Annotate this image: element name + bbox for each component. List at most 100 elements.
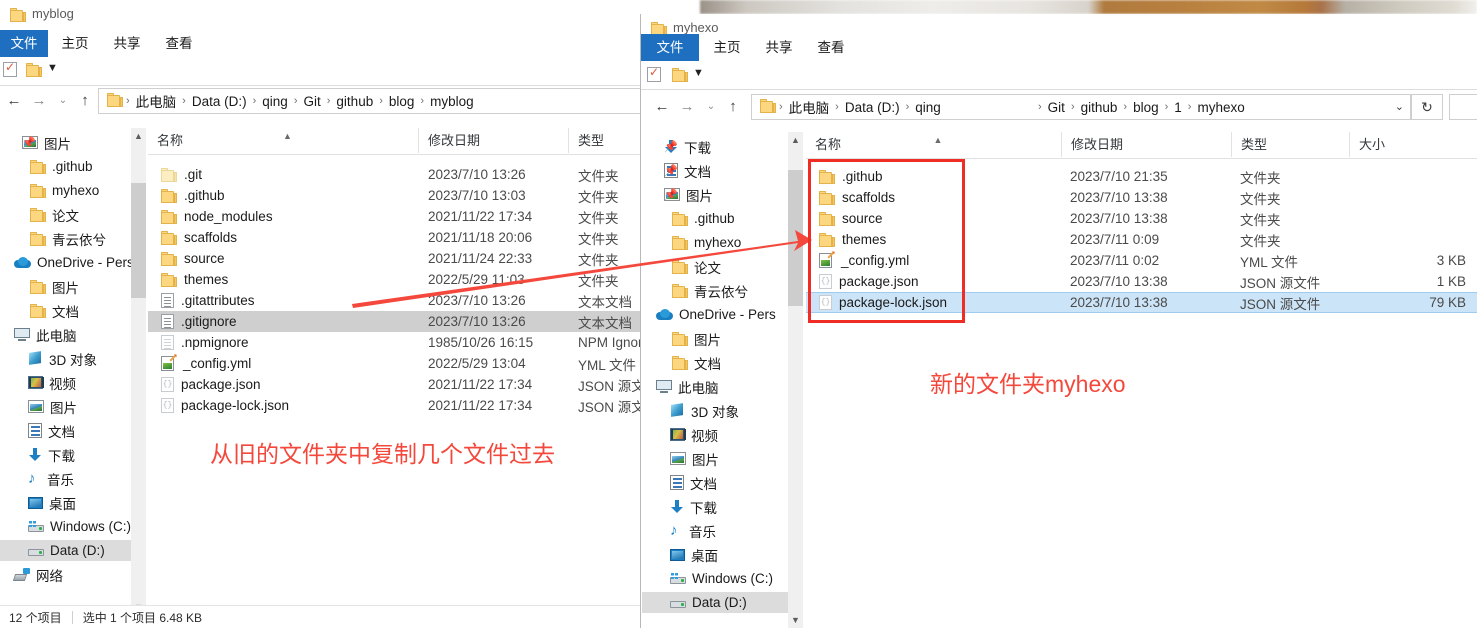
right-address-bar[interactable]: › 此电脑 › Data (D:) › qing: [751, 94, 1037, 120]
scroll-thumb[interactable]: [788, 170, 803, 306]
tab-view[interactable]: 查看: [160, 30, 198, 57]
recent-locations-button[interactable]: ⌄: [700, 94, 722, 120]
scroll-thumb[interactable]: [131, 183, 146, 298]
nav-item--[interactable]: 下载: [0, 444, 131, 465]
breadcrumb-item-3[interactable]: Git: [298, 94, 325, 109]
search-input[interactable]: [1449, 94, 1477, 120]
nav-item-data-d-[interactable]: Data (D:): [642, 592, 788, 613]
right-nav-pane[interactable]: 下载 📌 文档 📌 图片 📌 .github myhexo 论文 青云依兮 OneDrive - P…: [642, 132, 788, 628]
table-row[interactable]: .github 2023/7/10 13:03 文件夹: [148, 185, 640, 206]
tab-file[interactable]: 文件: [0, 30, 48, 57]
pin-icon[interactable]: 📌: [664, 189, 678, 201]
breadcrumb-item-6[interactable]: myblog: [425, 94, 479, 109]
nav-item--[interactable]: 文档 📌: [642, 160, 788, 181]
table-row[interactable]: {} package.json 2021/11/22 17:34 JSON 源文件: [148, 374, 640, 395]
nav-item--[interactable]: 图片: [0, 396, 131, 417]
tab-view[interactable]: 查看: [811, 34, 851, 61]
tab-share[interactable]: 共享: [108, 30, 146, 57]
nav-item--[interactable]: 桌面: [0, 492, 131, 513]
table-row[interactable]: source 2021/11/24 22:33 文件夹: [148, 248, 640, 269]
back-button[interactable]: ←: [3, 88, 25, 114]
breadcrumb-item-3[interactable]: Git: [1043, 100, 1070, 115]
column-header-name[interactable]: 名称 ▲: [148, 128, 418, 153]
pin-icon[interactable]: 📌: [22, 137, 36, 149]
right-navpane-scrollbar[interactable]: ▲ ▼: [788, 132, 803, 628]
nav-item--[interactable]: 论文: [0, 204, 131, 225]
nav-item--[interactable]: 文档: [642, 352, 788, 373]
column-header-name[interactable]: 名称 ▲: [806, 132, 1061, 157]
scroll-up-arrow[interactable]: ▲: [788, 132, 803, 148]
nav-item--[interactable]: 论文: [642, 256, 788, 277]
scroll-up-arrow[interactable]: ▲: [131, 128, 146, 144]
nav-item--[interactable]: 图片: [0, 276, 131, 297]
tab-home[interactable]: 主页: [56, 30, 94, 57]
nav-item--[interactable]: 视频: [642, 424, 788, 445]
breadcrumb-item-1[interactable]: Data (D:): [840, 100, 905, 115]
breadcrumb-item-2[interactable]: qing: [910, 100, 946, 115]
column-header-date[interactable]: 修改日期: [418, 128, 568, 153]
up-button[interactable]: ↑: [722, 94, 744, 120]
nav-item-onedrive-pers[interactable]: OneDrive - Pers: [0, 252, 131, 273]
pin-icon[interactable]: 📌: [664, 141, 678, 153]
nav-item--[interactable]: 此电脑: [642, 376, 788, 397]
up-button[interactable]: ↑: [74, 88, 96, 114]
nav-item--github[interactable]: .github: [0, 156, 131, 177]
nav-item-windows-c-[interactable]: Windows (C:): [0, 516, 131, 537]
breadcrumb-item-4[interactable]: github: [1076, 100, 1123, 115]
nav-item--[interactable]: 视频: [0, 372, 131, 393]
nav-item--[interactable]: 图片 📌: [0, 132, 131, 153]
breadcrumb-item-5[interactable]: blog: [384, 94, 420, 109]
table-row[interactable]: scaffolds 2021/11/18 20:06 文件夹: [148, 227, 640, 248]
breadcrumb-item-5[interactable]: blog: [1128, 100, 1164, 115]
left-address-bar[interactable]: › 此电脑 › Data (D:) › qing › Git › github …: [98, 88, 658, 114]
nav-item-3d-[interactable]: 3D 对象: [642, 400, 788, 421]
nav-item-onedrive-pers[interactable]: OneDrive - Pers: [642, 304, 788, 325]
table-row[interactable]: .npmignore 1985/10/26 16:15 NPM Ignore: [148, 332, 640, 353]
nav-item--[interactable]: 图片: [642, 448, 788, 469]
nav-item--[interactable]: 此电脑: [0, 324, 131, 345]
nav-item-windows-c-[interactable]: Windows (C:): [642, 568, 788, 589]
nav-item--[interactable]: ♪ 音乐: [0, 468, 131, 489]
tab-home[interactable]: 主页: [707, 34, 747, 61]
back-button[interactable]: ←: [651, 94, 673, 120]
right-address-bar-cont[interactable]: › Git › github › blog › 1 › myhexo ⌄: [1037, 94, 1411, 120]
refresh-button[interactable]: ↻: [1411, 94, 1443, 120]
breadcrumb-item-4[interactable]: github: [331, 94, 378, 109]
forward-button[interactable]: →: [676, 94, 698, 120]
breadcrumb-item-2[interactable]: qing: [257, 94, 293, 109]
table-row[interactable]: {} package-lock.json 2021/11/22 17:34 JSON …: [148, 395, 640, 416]
column-header-size[interactable]: 大小: [1349, 132, 1477, 157]
forward-button[interactable]: →: [28, 88, 50, 114]
nav-item--[interactable]: 文档: [0, 420, 131, 441]
recent-locations-button[interactable]: ⌄: [52, 88, 74, 114]
column-header-type[interactable]: 类型: [568, 128, 640, 153]
breadcrumb-item-1[interactable]: Data (D:): [187, 94, 252, 109]
column-header-date[interactable]: 修改日期: [1061, 132, 1231, 157]
left-navpane-scrollbar[interactable]: ▲ ▼: [131, 128, 146, 615]
tab-file[interactable]: 文件: [641, 34, 699, 61]
nav-item-myhexo[interactable]: myhexo: [642, 232, 788, 253]
new-folder-icon[interactable]: [672, 68, 688, 85]
nav-item-data-d-[interactable]: Data (D:): [0, 540, 131, 561]
nav-item--[interactable]: 下载 📌: [642, 136, 788, 157]
properties-checklist-icon[interactable]: [3, 60, 17, 80]
nav-item--[interactable]: 青云依兮: [642, 280, 788, 301]
new-folder-icon[interactable]: [26, 63, 42, 80]
nav-item-myhexo[interactable]: myhexo: [0, 180, 131, 201]
table-row[interactable]: .git 2023/7/10 13:26 文件夹: [148, 164, 640, 185]
nav-item--[interactable]: 网络: [0, 564, 131, 585]
properties-checklist-icon[interactable]: [647, 65, 661, 85]
scroll-down-arrow[interactable]: ▼: [788, 612, 803, 628]
table-row[interactable]: .gitignore 2023/7/10 13:26 文本文档: [148, 311, 640, 332]
breadcrumb-item-0[interactable]: 此电脑: [131, 91, 182, 111]
nav-item--[interactable]: ♪ 音乐: [642, 520, 788, 541]
nav-item--github[interactable]: .github: [642, 208, 788, 229]
pin-icon[interactable]: 📌: [664, 165, 678, 177]
left-file-list[interactable]: 名称 ▲ 修改日期 类型 .git 2023/7/10 13:26 文件夹 .gith…: [148, 128, 640, 615]
breadcrumb-item-6[interactable]: 1: [1169, 100, 1187, 115]
tab-share[interactable]: 共享: [759, 34, 799, 61]
table-row[interactable]: _config.yml 2022/5/29 13:04 YML 文件: [148, 353, 640, 374]
nav-item--[interactable]: 青云依兮: [0, 228, 131, 249]
chevron-down-icon[interactable]: ▼: [47, 62, 58, 74]
nav-item--[interactable]: 图片 📌: [642, 184, 788, 205]
